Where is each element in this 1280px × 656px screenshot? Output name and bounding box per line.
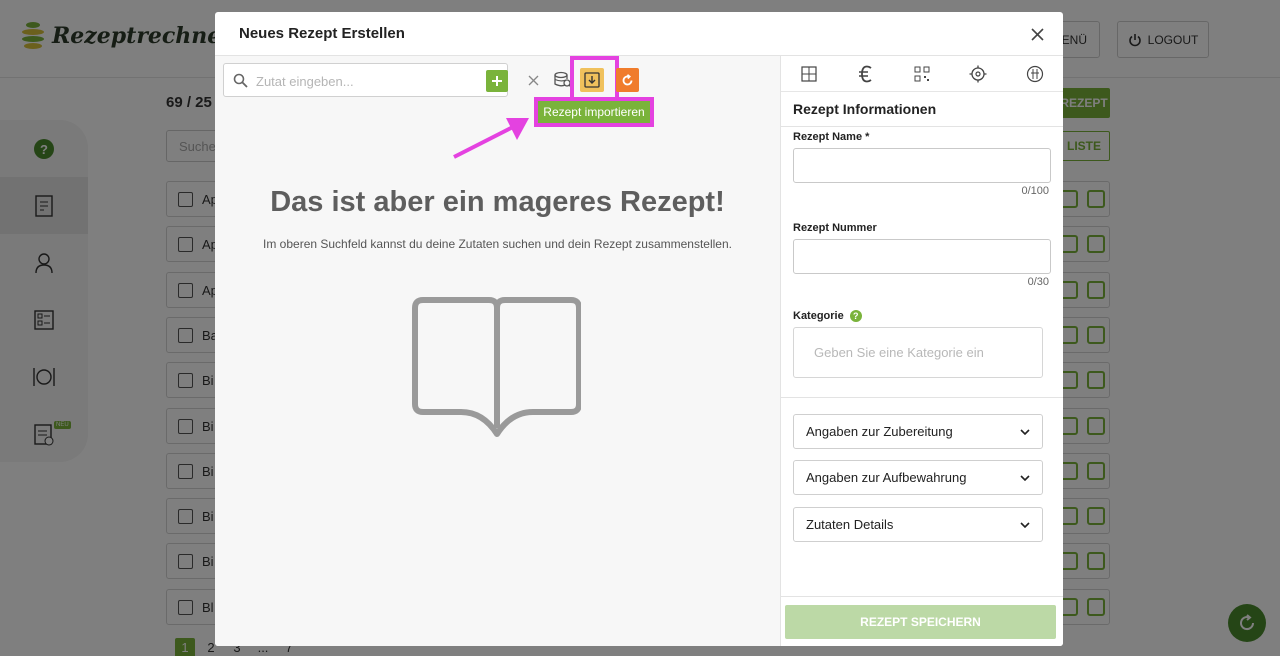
category-input[interactable]	[793, 327, 1043, 378]
category-help-icon[interactable]: ?	[849, 310, 862, 323]
recipe-name-counter: 0/100	[1021, 185, 1049, 197]
ingredient-search-input[interactable]	[256, 70, 466, 92]
accordion-divider	[781, 397, 1063, 398]
recipe-number-counter: 0/30	[1027, 276, 1049, 288]
allergen-icon	[1026, 65, 1043, 82]
ingredient-search	[223, 63, 508, 97]
clear-button[interactable]	[521, 67, 545, 93]
euro-icon	[858, 65, 872, 82]
close-icon	[528, 75, 538, 85]
qr-code-icon	[914, 66, 930, 81]
refresh-icon	[622, 73, 633, 85]
add-ingredient-button[interactable]	[486, 70, 508, 92]
chevron-down-icon	[1020, 474, 1030, 481]
recipe-number-input[interactable]	[793, 239, 1051, 274]
accordion-ingredient-details[interactable]: Zutaten Details	[793, 507, 1043, 542]
plus-icon	[492, 76, 502, 86]
chevron-down-icon	[1020, 428, 1030, 435]
tab-nutrition[interactable]	[794, 59, 824, 89]
tab-price[interactable]	[851, 59, 881, 89]
chevron-down-icon	[1020, 521, 1030, 528]
section-divider	[781, 126, 1063, 127]
accordion-ingredient-details-label: Zutaten Details	[806, 517, 894, 532]
nutrition-table-icon	[801, 65, 817, 82]
ingredient-pane: Rezept importieren Das ist aber ein mage…	[215, 56, 780, 646]
accordion-storage-label: Angaben zur Aufbewahrung	[806, 470, 967, 485]
footer-divider	[781, 596, 1063, 597]
category-label-row: Kategorie?	[793, 310, 862, 323]
empty-state-title: Das ist aber ein mageres Rezept!	[270, 186, 725, 218]
pointer-arrow-icon	[453, 118, 529, 159]
open-book-icon	[412, 297, 581, 437]
tab-allergens[interactable]	[1020, 59, 1050, 89]
recipe-info-pane: Rezept Informationen Rezept Name * 0/100…	[780, 56, 1063, 646]
tab-settings[interactable]	[963, 59, 993, 89]
import-recipe-button[interactable]	[580, 68, 604, 92]
recipe-number-label: Rezept Nummer	[793, 222, 877, 234]
recipe-name-input[interactable]	[793, 148, 1051, 183]
close-icon	[1030, 27, 1044, 41]
recipe-name-label: Rezept Name *	[793, 131, 870, 143]
search-icon	[233, 73, 248, 88]
modal-title: Neues Rezept Erstellen	[239, 25, 405, 42]
accordion-preparation-label: Angaben zur Zubereitung	[806, 424, 953, 439]
accordion-preparation[interactable]: Angaben zur Zubereitung	[793, 414, 1043, 449]
save-recipe-label: REZEPT SPEICHERN	[860, 615, 981, 629]
empty-state-subtitle: Im oberen Suchfeld kannst du deine Zutat…	[263, 237, 732, 251]
modal-header: Neues Rezept Erstellen	[215, 12, 1063, 56]
section-title: Rezept Informationen	[793, 101, 937, 117]
import-tooltip: Rezept importieren	[538, 101, 650, 123]
save-recipe-button[interactable]: REZEPT SPEICHERN	[785, 605, 1056, 639]
info-tabs	[781, 56, 1063, 92]
accordion-storage[interactable]: Angaben zur Aufbewahrung	[793, 460, 1043, 495]
category-label: Kategorie	[793, 310, 844, 322]
close-button[interactable]	[1025, 22, 1049, 46]
reset-button[interactable]	[616, 68, 639, 92]
new-recipe-modal: Neues Rezept Erstellen Rezept importiere…	[215, 12, 1063, 646]
tab-qr-code[interactable]	[907, 59, 937, 89]
gear-icon	[969, 65, 987, 82]
download-tray-icon	[584, 72, 600, 88]
